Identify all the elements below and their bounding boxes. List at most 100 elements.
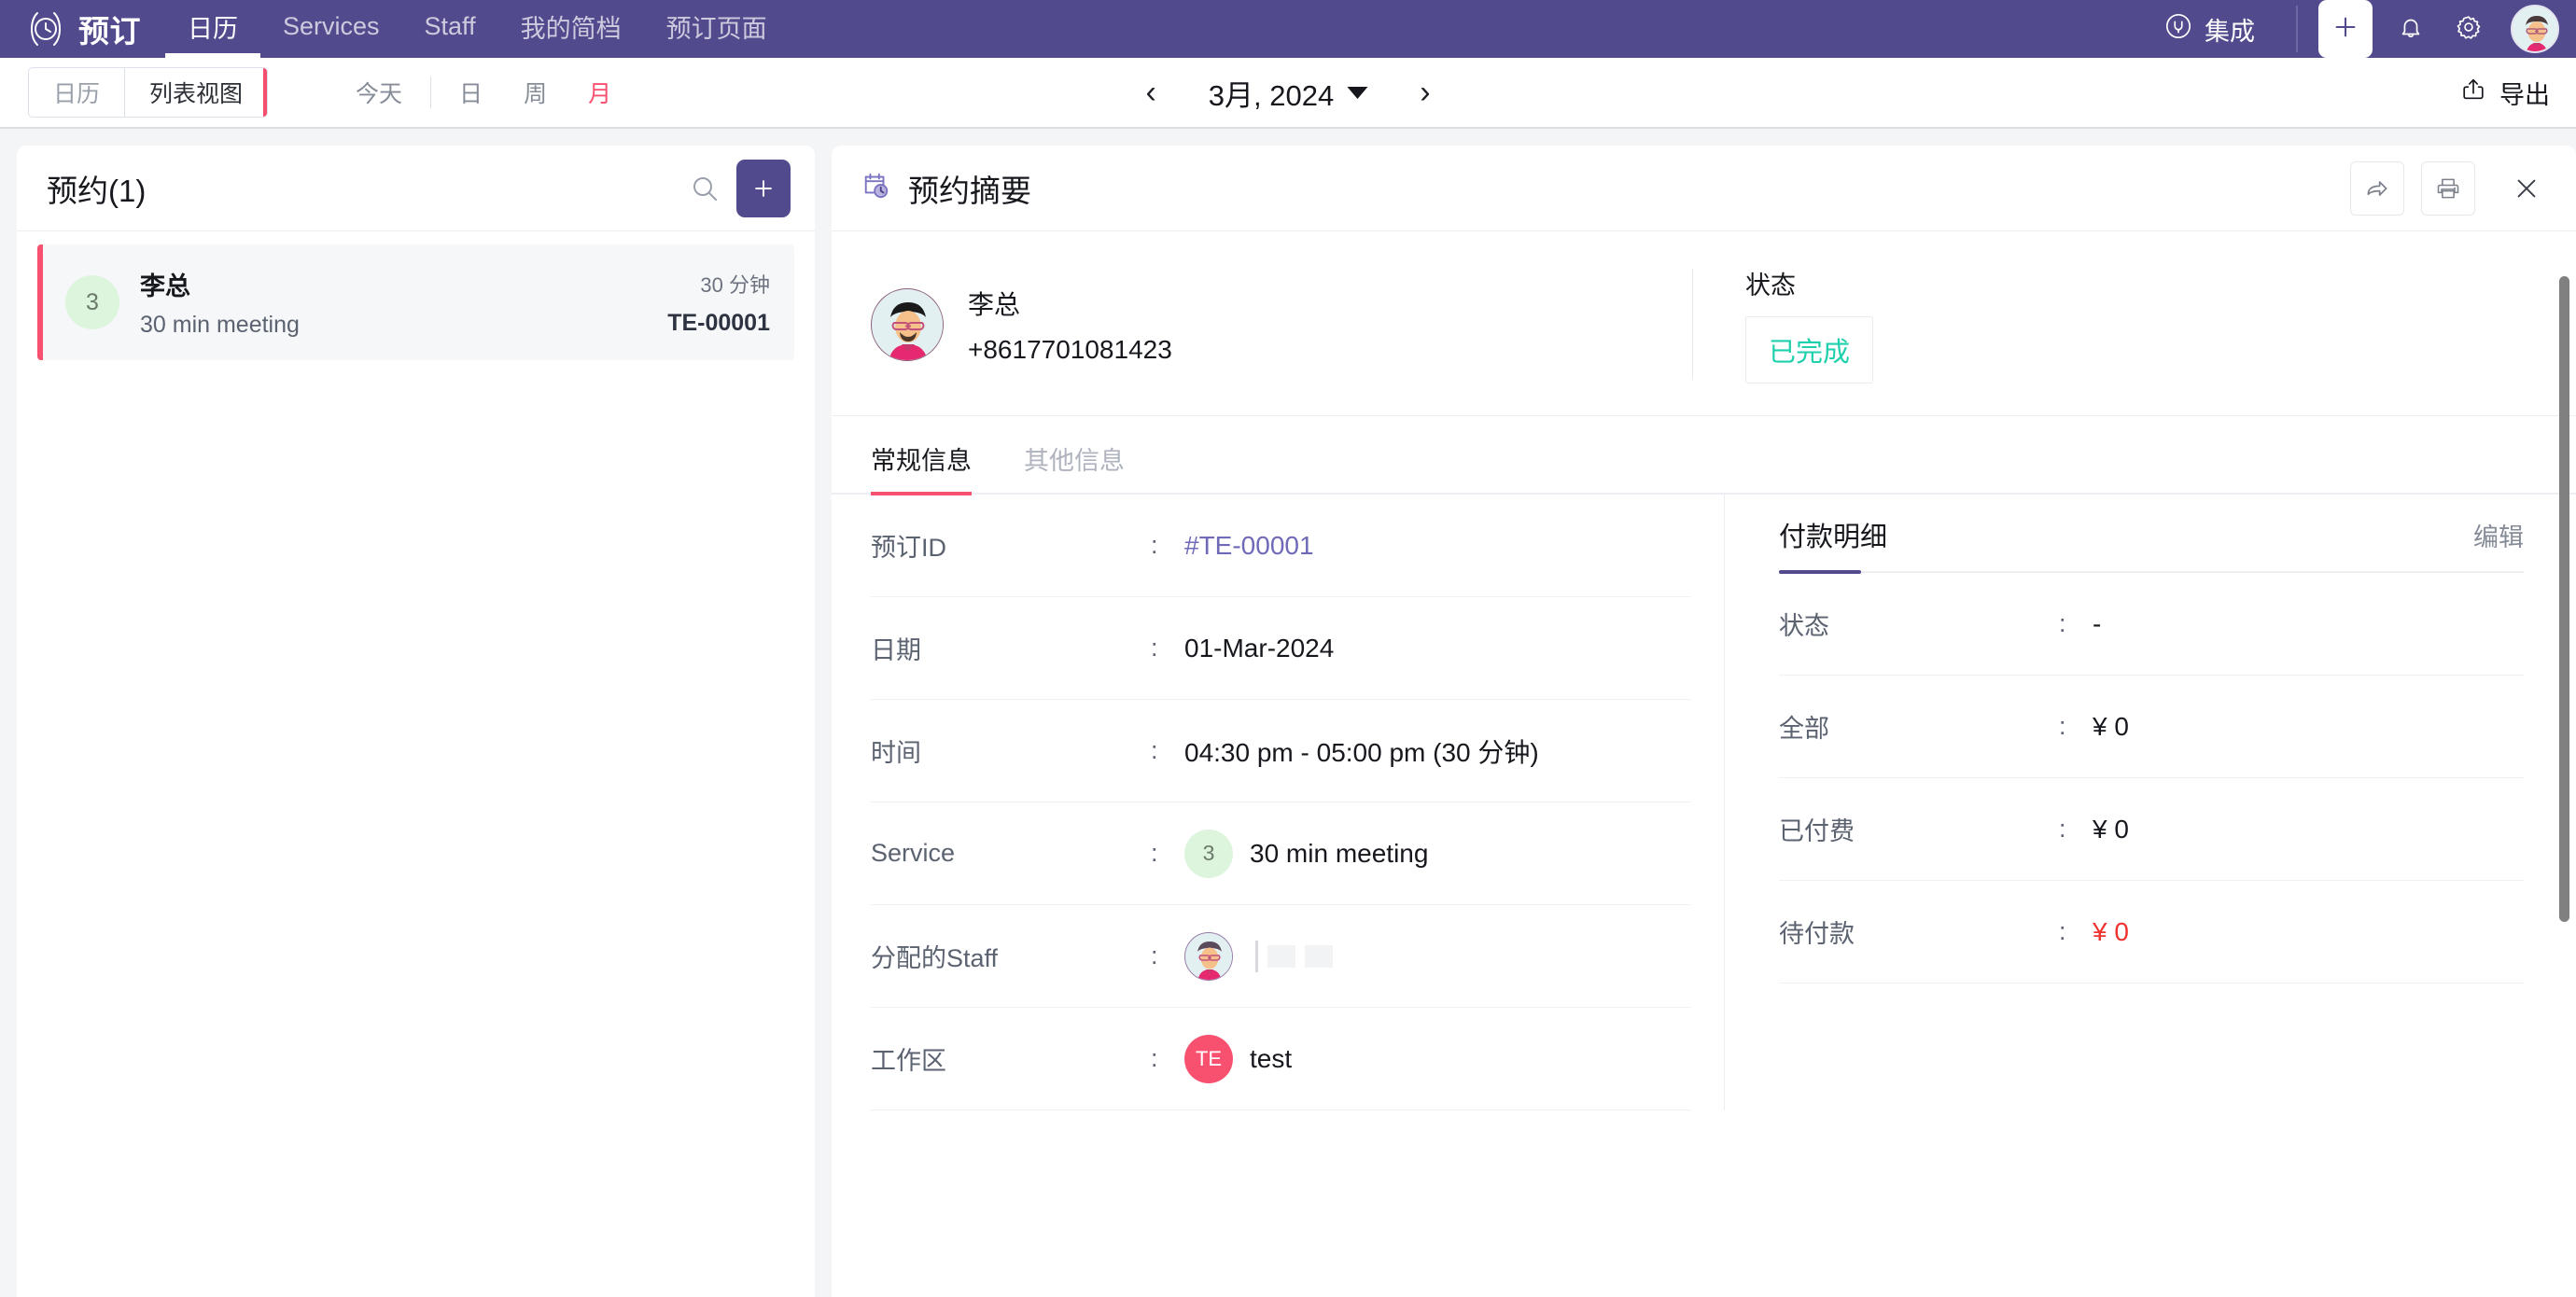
row-payment-due: 待付款 : ¥ 0 xyxy=(1779,881,2524,983)
range-week[interactable]: 周 xyxy=(503,76,567,109)
status-label: 状态 xyxy=(1745,272,1796,300)
customer-block: 李总 +8617701081423 xyxy=(871,265,1692,384)
row-colon: : xyxy=(2059,815,2066,843)
view-toggle-list[interactable]: 列表视图 xyxy=(125,68,268,117)
customer-phone: +8617701081423 xyxy=(968,334,1172,364)
booking-id-link[interactable]: #TE-00001 xyxy=(1184,531,1314,561)
row-workspace: 工作区 : TE test xyxy=(871,1008,1690,1110)
nav-item-staff[interactable]: Staff xyxy=(402,0,498,58)
notifications-button[interactable] xyxy=(2382,0,2440,58)
range-day[interactable]: 日 xyxy=(439,76,503,109)
brand[interactable]: 预订 xyxy=(0,0,165,58)
current-date-label[interactable]: 3月, 2024 xyxy=(1208,72,1368,114)
tab-other-info[interactable]: 其他信息 xyxy=(1024,440,1125,495)
row-assigned-staff: 分配的Staff : xyxy=(871,905,1690,1008)
edit-payment-button[interactable]: 编辑 xyxy=(2473,517,2524,553)
appointment-code: TE-00001 xyxy=(667,309,770,336)
detail-columns: 预订ID : #TE-00001 日期 : 01-Mar-2024 时间 : 0… xyxy=(832,495,2576,1110)
row-label: 全部 xyxy=(1779,715,1829,743)
clock-circle-icon xyxy=(26,9,65,49)
range-divider xyxy=(430,77,432,108)
main-nav-items: 日历 Services Staff 我的简档 预订页面 xyxy=(165,0,790,58)
row-label: 时间 xyxy=(871,739,921,767)
nav-item-calendar[interactable]: 日历 xyxy=(165,0,260,58)
workspace-name: test xyxy=(1250,1043,1293,1073)
nav-divider xyxy=(2296,6,2298,52)
row-label: 分配的Staff xyxy=(871,944,999,972)
row-label: 已付费 xyxy=(1779,817,1855,845)
staff-name-placeholder xyxy=(1255,940,1333,972)
user-avatar xyxy=(873,289,943,360)
date-navigation: ‹ 3月, 2024 › xyxy=(1136,72,1439,114)
customer-status-strip: 李总 +8617701081423 状态 已完成 xyxy=(832,231,2576,416)
summary-header-actions xyxy=(2350,160,2555,217)
appointment-service-name: 30 min meeting xyxy=(140,312,300,338)
list-item[interactable]: 3 李总 30 min meeting 30 分钟 TE-00001 xyxy=(37,244,794,360)
range-today[interactable]: 今天 xyxy=(335,76,423,109)
payment-due-value: ¥ 0 xyxy=(2093,916,2129,946)
avatar[interactable] xyxy=(2511,5,2559,53)
printer-icon xyxy=(2437,178,2459,198)
customer-text: 李总 +8617701081423 xyxy=(968,285,1172,365)
top-navigation-bar: 预订 日历 Services Staff 我的简档 预订页面 集成 xyxy=(0,0,2576,58)
row-payment-total: 全部 : ¥ 0 xyxy=(1779,676,2524,778)
row-colon: : xyxy=(1151,839,1158,867)
row-booking-id: 预订ID : #TE-00001 xyxy=(871,495,1690,597)
chevron-down-icon xyxy=(1347,86,1368,99)
tab-general-info[interactable]: 常规信息 xyxy=(871,440,972,495)
view-toggle-calendar[interactable]: 日历 xyxy=(29,68,126,117)
export-button[interactable]: 导出 xyxy=(2460,75,2550,111)
nav-item-my-profile[interactable]: 我的简档 xyxy=(498,0,644,58)
brand-name: 预订 xyxy=(78,14,141,49)
appointment-main-info: 李总 30 min meeting xyxy=(140,266,300,339)
share-button[interactable] xyxy=(2350,160,2404,216)
placeholder-bar xyxy=(1255,940,1258,972)
staff-value-group xyxy=(1184,931,1333,981)
date-text: 3月, 2024 xyxy=(1208,78,1335,112)
plus-icon xyxy=(755,179,772,197)
nav-item-booking-page[interactable]: 预订页面 xyxy=(644,0,790,58)
payment-details-header: 付款明细 编辑 xyxy=(1779,495,2524,571)
row-time: 时间 : 04:30 pm - 05:00 pm (30 分钟) xyxy=(871,700,1690,802)
nav-right-actions: 集成 xyxy=(2144,0,2576,58)
chevron-right-icon[interactable]: › xyxy=(1410,73,1439,112)
user-avatar xyxy=(1186,933,1232,980)
nav-item-services[interactable]: Services xyxy=(260,0,402,58)
share-arrow-icon xyxy=(2367,180,2387,196)
plug-icon xyxy=(2164,12,2192,47)
payment-details-title: 付款明细 xyxy=(1779,523,1888,552)
workspace-value-group: TE test xyxy=(1184,1034,1293,1083)
summary-scroll-area: 李总 +8617701081423 状态 已完成 常规信息 其他信息 预订ID … xyxy=(832,231,2576,1297)
row-colon: : xyxy=(2059,917,2066,945)
payment-details-column: 付款明细 编辑 状态 : - 全部 : ¥ 0 已付费: ¥ 0 待付款: … xyxy=(1724,495,2576,1110)
range-month[interactable]: 月 xyxy=(567,76,632,109)
status-block: 状态 已完成 xyxy=(1693,265,1874,384)
add-appointment-button[interactable] xyxy=(736,159,791,217)
detail-tabs: 常规信息 其他信息 xyxy=(832,416,2576,495)
share-upload-icon xyxy=(2460,77,2486,109)
row-label: 状态 xyxy=(1779,612,1829,640)
scrollbar-track[interactable] xyxy=(2557,231,2572,1297)
workspace-initials-badge: TE xyxy=(1184,1034,1233,1083)
row-colon: : xyxy=(1151,1044,1158,1072)
appointment-count-badge: 3 xyxy=(65,275,119,329)
chevron-left-icon[interactable]: ‹ xyxy=(1136,73,1165,112)
avatar xyxy=(871,287,944,361)
print-button[interactable] xyxy=(2421,160,2475,216)
search-icon[interactable] xyxy=(690,174,720,203)
row-payment-status: 状态 : - xyxy=(1779,573,2524,676)
scrollbar-thumb[interactable] xyxy=(2559,276,2569,922)
placeholder-box xyxy=(1305,944,1333,968)
customer-name: 李总 xyxy=(968,289,1021,319)
payment-status-value: - xyxy=(2093,608,2102,638)
appointments-list-panel: 预约(1) 3 李总 30 min meeting 30 分钟 TE-00001 xyxy=(17,146,815,1297)
add-new-button[interactable] xyxy=(2318,0,2373,58)
close-button[interactable] xyxy=(2498,160,2555,217)
status-badge[interactable]: 已完成 xyxy=(1745,316,1874,384)
integration-button[interactable]: 集成 xyxy=(2144,11,2275,48)
export-label: 导出 xyxy=(2499,80,2550,109)
row-colon: : xyxy=(1151,634,1158,662)
row-colon: : xyxy=(2059,712,2066,740)
settings-button[interactable] xyxy=(2440,0,2498,58)
appointment-duration: 30 分钟 xyxy=(700,272,770,297)
